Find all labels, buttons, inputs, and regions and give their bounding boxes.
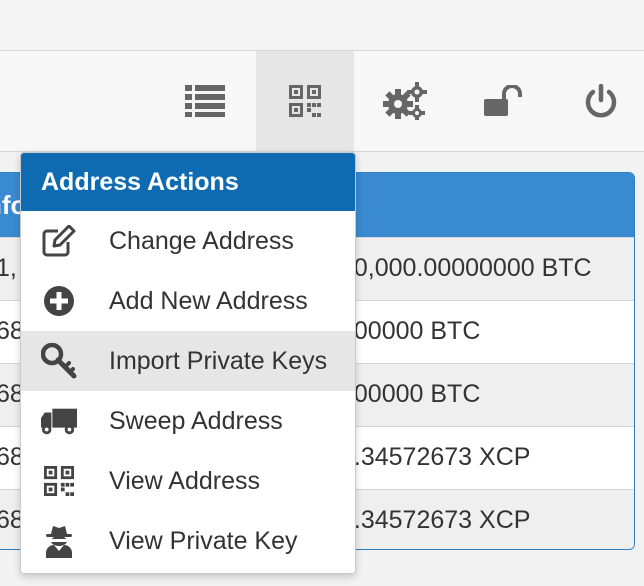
gears-icon (383, 82, 427, 120)
address-actions-menu: Address Actions Change Address Add New A… (20, 152, 356, 574)
qrcode-icon (41, 463, 77, 499)
user-secret-icon (41, 523, 77, 559)
menu-item-label: Sweep Address (109, 406, 283, 435)
power-button[interactable] (552, 51, 644, 151)
qrcode-button[interactable] (256, 51, 354, 151)
row-balance: 5.34572673 XCP (340, 443, 531, 471)
menu-item-view-private-key[interactable]: View Private Key (21, 511, 355, 571)
row-balance: 000000 BTC (340, 380, 481, 408)
menu-item-label: View Private Key (109, 526, 298, 555)
menu-item-view-address[interactable]: View Address (21, 451, 355, 511)
qrcode-icon (289, 85, 321, 117)
row-address: 1, (0, 254, 17, 282)
truck-icon (41, 403, 77, 439)
menu-item-import-private-keys[interactable]: Import Private Keys (21, 331, 355, 391)
menu-item-change-address[interactable]: Change Address (21, 211, 355, 271)
row-balance: 00,000.00000000 BTC (340, 254, 592, 282)
toolbar (0, 51, 644, 152)
list-button[interactable] (156, 51, 254, 151)
row-balance: 000000 BTC (340, 317, 481, 345)
plus-circle-icon (41, 283, 77, 319)
menu-item-label: Change Address (109, 226, 294, 255)
top-bar (0, 0, 644, 51)
menu-item-label: View Address (109, 466, 261, 495)
unlock-icon (484, 85, 522, 116)
settings-button[interactable] (356, 51, 454, 151)
menu-title: Address Actions (21, 153, 355, 211)
menu-item-sweep-address[interactable]: Sweep Address (21, 391, 355, 451)
list-icon (185, 85, 225, 117)
edit-icon (41, 223, 77, 259)
menu-item-label: Add New Address (109, 286, 308, 315)
menu-item-label: Import Private Keys (109, 346, 328, 375)
row-balance: 5.34572673 XCP (340, 506, 531, 534)
unlock-button[interactable] (454, 51, 552, 151)
power-icon (585, 84, 617, 118)
menu-item-add-new-address[interactable]: Add New Address (21, 271, 355, 331)
key-icon (41, 343, 77, 379)
